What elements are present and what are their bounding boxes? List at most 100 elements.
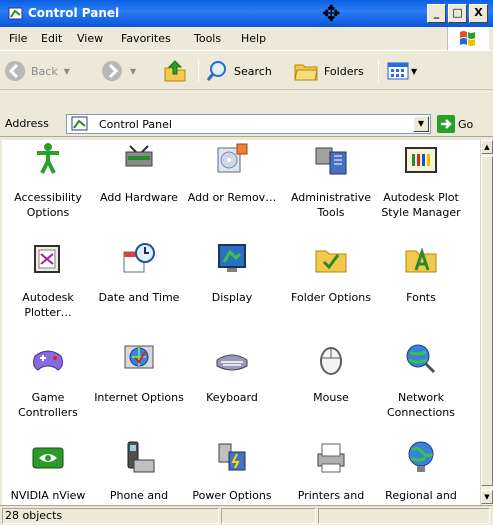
control-panel-item[interactable]: Add or Remov…	[186, 142, 278, 242]
vertical-scrollbar[interactable]: ▲ ▼	[480, 140, 493, 505]
item-label: NVIDIA nView Desktop M…	[10, 489, 86, 505]
menu-bar: File Edit View Favorites Tools Help	[0, 27, 493, 51]
item-label: Power Options	[192, 489, 272, 502]
nvidia-icon	[32, 447, 64, 469]
control-panel-item[interactable]: Accessibility Options	[2, 142, 94, 242]
game-controllers-icon	[33, 350, 63, 371]
item-label: Network Connections	[387, 391, 455, 419]
printers-faxes-icon	[317, 443, 345, 473]
maximize-button[interactable]: □	[448, 4, 467, 23]
address-bar: Address Control Panel ▼ Go	[0, 111, 493, 137]
menu-view[interactable]: View	[77, 32, 103, 45]
address-dropdown-button[interactable]: ▼	[413, 116, 429, 132]
control-panel-item[interactable]: Fonts	[375, 242, 467, 342]
item-label: Regional and Language …	[385, 489, 457, 505]
status-bar: 28 objects	[0, 505, 493, 525]
scroll-down-arrow-icon[interactable]: ▼	[481, 490, 493, 504]
add-hardware-icon	[125, 145, 153, 167]
go-button[interactable]: Go	[437, 115, 473, 133]
control-panel-item[interactable]: Date and Time	[93, 242, 185, 342]
item-label: Administrative Tools	[290, 191, 372, 219]
title-bar[interactable]: Control Panel ✥ _ □ X	[0, 0, 493, 27]
control-panel-item[interactable]: Phone and Modem …	[93, 440, 185, 505]
power-options-icon	[218, 443, 246, 471]
control-panel-item[interactable]: Folder Options	[285, 242, 377, 342]
menu-edit[interactable]: Edit	[41, 32, 62, 45]
address-label: Address	[5, 117, 49, 130]
autodesk-plot-style-icon	[405, 147, 437, 173]
back-arrow-icon	[5, 61, 25, 81]
forward-button[interactable]: ▼	[100, 58, 136, 84]
folders-icon	[294, 64, 318, 81]
item-label: Autodesk Plot Style Manager	[381, 191, 461, 219]
control-panel-window: Control Panel ✥ _ □ X File Edit View Fav…	[0, 0, 493, 525]
address-field[interactable]: Control Panel ▼	[66, 114, 431, 134]
control-panel-item[interactable]: Network Connections	[375, 342, 467, 442]
control-panel-item[interactable]: Administrative Tools	[285, 142, 377, 242]
control-panel-item[interactable]: Keyboard	[186, 342, 278, 442]
views-dropdown-icon: ▼	[411, 66, 418, 76]
network-connections-icon	[406, 344, 436, 374]
views-button[interactable]: ▼	[387, 58, 417, 84]
item-label: Keyboard	[206, 391, 258, 404]
move-cursor-icon: ✥	[322, 2, 341, 27]
folders-button[interactable]: Folders	[293, 58, 364, 84]
control-panel-item[interactable]: Mouse	[285, 342, 377, 442]
address-value: Control Panel	[99, 118, 172, 131]
back-label: Back	[31, 64, 58, 78]
control-panel-icon	[8, 7, 23, 20]
close-button[interactable]: X	[469, 4, 488, 23]
windows-logo-icon	[447, 27, 489, 50]
up-folder-button[interactable]	[162, 58, 188, 84]
item-label: Date and Time	[98, 291, 180, 304]
search-button[interactable]: Search	[205, 58, 272, 84]
toolbar-separator	[198, 60, 199, 82]
window-title: Control Panel	[28, 6, 120, 20]
mouse-icon	[320, 347, 342, 375]
status-object-count: 28 objects	[2, 508, 219, 524]
minimize-button[interactable]: _	[427, 4, 446, 23]
back-dropdown-icon: ▼	[63, 66, 70, 76]
menu-favorites[interactable]: Favorites	[121, 32, 171, 45]
add-remove-programs-icon	[217, 143, 248, 173]
control-panel-icon	[71, 116, 88, 131]
scroll-thumb[interactable]	[481, 156, 493, 486]
menu-file[interactable]: File	[9, 32, 27, 45]
search-icon	[206, 61, 226, 81]
control-panel-item[interactable]: Autodesk Plotter…	[2, 242, 94, 342]
item-label: Folder Options	[291, 291, 371, 304]
menu-help[interactable]: Help	[241, 32, 266, 45]
control-panel-item[interactable]: NVIDIA nView Desktop M…	[2, 440, 94, 505]
item-label: Autodesk Plotter…	[22, 291, 74, 319]
items-view: Accessibility Options Add Hardware Add or …	[2, 140, 480, 505]
item-label: Internet Options	[94, 391, 184, 404]
control-panel-item[interactable]: Game Controllers	[2, 342, 94, 442]
status-pane-3	[318, 508, 490, 524]
accessibility-icon	[37, 143, 59, 174]
display-icon	[218, 244, 246, 272]
control-panel-item[interactable]: Display	[186, 242, 278, 342]
item-label: Display	[211, 291, 253, 304]
toolbar: Back ▼ ▼ Search Folders ▼	[0, 51, 493, 90]
internet-options-icon	[124, 345, 154, 369]
control-panel-item[interactable]: Power Options	[186, 440, 278, 505]
control-panel-item[interactable]: Add Hardware	[93, 142, 185, 242]
fonts-icon	[405, 247, 437, 273]
forward-arrow-icon	[102, 61, 122, 81]
item-label: Fonts	[406, 291, 436, 304]
regional-language-icon	[408, 441, 434, 472]
date-time-icon	[123, 243, 155, 273]
control-panel-item[interactable]: Printers and Faxes	[285, 440, 377, 505]
keyboard-icon	[216, 354, 248, 371]
item-label: Phone and Modem …	[109, 489, 169, 505]
phone-modem-icon	[127, 441, 155, 473]
scroll-up-arrow-icon[interactable]: ▲	[481, 140, 493, 154]
item-label: Add or Remov…	[187, 191, 277, 204]
folder-options-icon	[315, 250, 347, 273]
control-panel-item[interactable]: Regional and Language …	[375, 440, 467, 505]
control-panel-item[interactable]: Autodesk Plot Style Manager	[375, 142, 467, 242]
control-panel-item[interactable]: Internet Options	[93, 342, 185, 442]
administrative-tools-icon	[315, 147, 347, 175]
back-button[interactable]: Back ▼	[3, 58, 70, 84]
menu-tools[interactable]: Tools	[194, 32, 221, 45]
